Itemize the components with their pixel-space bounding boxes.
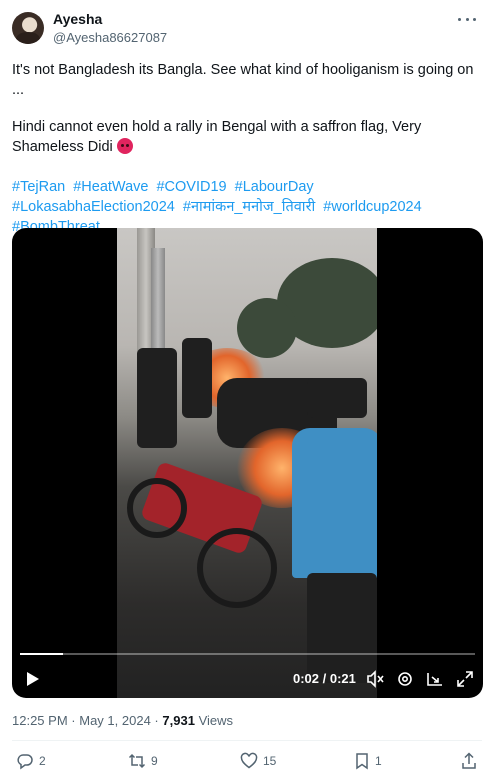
post-meta: 12:25 PM · May 1, 2024 · 7,931 Views [12,713,233,728]
hashtag-link[interactable]: #worldcup2024 [323,199,421,215]
person-shape [182,338,212,418]
bookmark-button[interactable]: 1 [354,752,382,770]
settings-icon[interactable] [395,669,415,689]
person-shape [137,348,177,448]
video-progress-bar[interactable] [20,653,475,655]
wheel-shape [127,478,187,538]
person-blue-shirt-shape [292,428,377,578]
more-options-icon[interactable] [458,10,476,28]
divider [12,740,482,741]
avatar[interactable] [12,12,44,44]
views-count: 7,931 [162,713,195,728]
post-text-line2: Hindi cannot even hold a rally in Bengal… [12,117,477,157]
hashtag-link[interactable]: #LokasabhaElection2024 [12,199,175,215]
mute-icon[interactable] [365,669,385,689]
pip-icon[interactable] [425,669,445,689]
tree-shape [237,298,297,358]
video-time: 0:02 / 0:21 [293,671,356,686]
separator: · [154,713,159,728]
like-button[interactable]: 15 [240,752,276,770]
bookmark-count: 1 [375,754,382,768]
repost-button[interactable]: 9 [128,752,158,770]
share-button[interactable] [461,752,482,770]
wheel-shape [197,528,277,608]
reply-count: 2 [39,754,46,768]
separator: · [71,713,76,728]
parked-bikes-shape [307,378,367,418]
views-label: Views [198,713,234,728]
author-name[interactable]: Ayesha [53,11,102,27]
bookmark-icon [356,753,368,770]
hashtag-link[interactable]: #LabourDay [235,179,314,195]
fullscreen-icon[interactable] [455,669,475,689]
post-time[interactable]: 12:25 PM [12,713,68,728]
post-text-line1: It's not Bangladesh its Bangla. See what… [12,62,474,98]
like-count: 15 [263,754,277,768]
post-text-line2-content: Hindi cannot even hold a rally in Bengal… [12,119,422,155]
hashtag-link[interactable]: #नामांकन_मनोज_तिवारी [183,199,315,215]
post-date[interactable]: May 1, 2024 [79,713,151,728]
hashtag-link[interactable]: #TejRan [12,179,65,195]
person-legs-shape [307,573,377,683]
heart-icon [240,752,258,769]
reply-button[interactable]: 2 [16,752,46,770]
video-player[interactable]: 0:02 / 0:21 [12,228,483,698]
repost-icon [128,753,146,769]
angry-face-icon [116,138,133,154]
hashtag-link[interactable]: #COVID19 [156,179,226,195]
author-handle[interactable]: @Ayesha86627087 [53,30,167,45]
video-frame [117,228,377,698]
share-icon [462,752,476,769]
reply-icon [17,754,33,770]
hashtag-link[interactable]: #HeatWave [73,179,148,195]
play-icon[interactable] [26,671,40,687]
repost-count: 9 [151,754,158,768]
video-progress-fill [20,653,64,655]
